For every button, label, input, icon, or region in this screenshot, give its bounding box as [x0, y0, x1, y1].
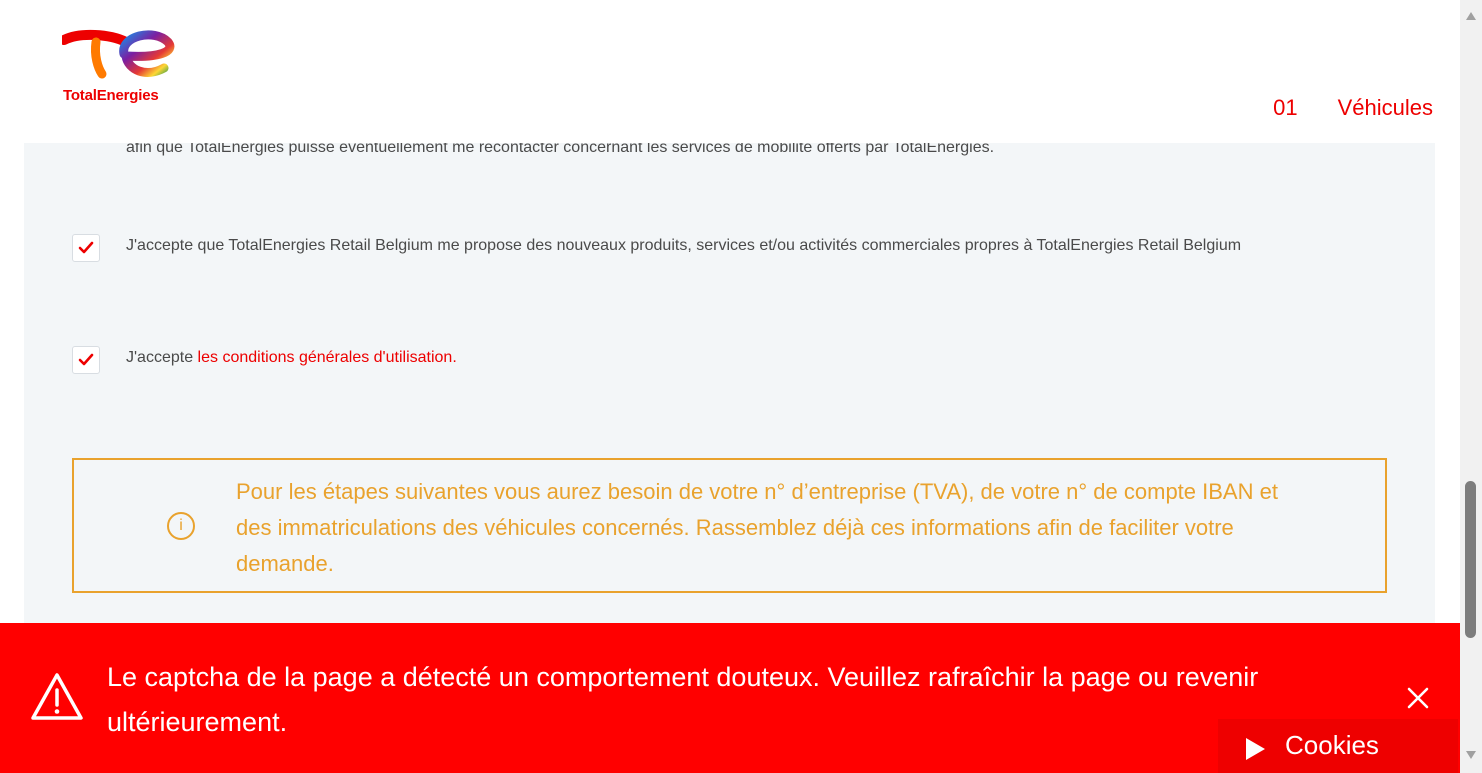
- logo-text: TotalEnergies: [63, 87, 159, 104]
- terms-link[interactable]: les conditions générales d'utilisation: [198, 349, 453, 366]
- cookies-label: Cookies: [1285, 730, 1379, 760]
- form-content: afin que TotalEnergies puisse éventuelle…: [24, 139, 1435, 623]
- cookies-button[interactable]: Cookies: [1218, 719, 1458, 773]
- consent-terms-checkbox[interactable]: [72, 346, 100, 374]
- logo-mark: [62, 29, 175, 79]
- close-icon[interactable]: [1406, 686, 1430, 710]
- warning-icon: [31, 673, 83, 720]
- consent-marketing-checkbox[interactable]: [72, 234, 100, 262]
- scroll-up-arrow-icon[interactable]: [1466, 12, 1476, 20]
- alert-message: Le captcha de la page a détecté un compo…: [107, 662, 1259, 737]
- info-icon: i: [167, 512, 195, 540]
- consent-terms-suffix: .: [452, 349, 457, 366]
- consent-terms-label: J'accepte les conditions générales d'uti…: [126, 349, 457, 367]
- info-notice: i Pour les étapes suivantes vous aurez b…: [72, 458, 1387, 593]
- step-label: Véhicules: [1337, 95, 1433, 120]
- step-indicator: 01 Véhicules: [1273, 95, 1433, 121]
- scrollbar-thumb[interactable]: [1465, 481, 1476, 638]
- play-icon: [1246, 738, 1265, 760]
- site-header: TotalEnergies 01 Véhicules: [0, 0, 1460, 143]
- page-scrollbar[interactable]: [1460, 0, 1482, 773]
- scroll-down-arrow-icon[interactable]: [1466, 751, 1476, 759]
- totalenergies-logo[interactable]: TotalEnergies: [58, 22, 178, 112]
- step-number: 01: [1273, 95, 1298, 120]
- consent-marketing-label: J'accepte que TotalEnergies Retail Belgi…: [126, 237, 1242, 254]
- checkmark-icon: [78, 353, 94, 366]
- info-text: Pour les étapes suivantes vous aurez bes…: [236, 479, 1278, 576]
- consent-terms-prefix: J'accepte: [126, 349, 198, 366]
- checkmark-icon: [78, 241, 94, 254]
